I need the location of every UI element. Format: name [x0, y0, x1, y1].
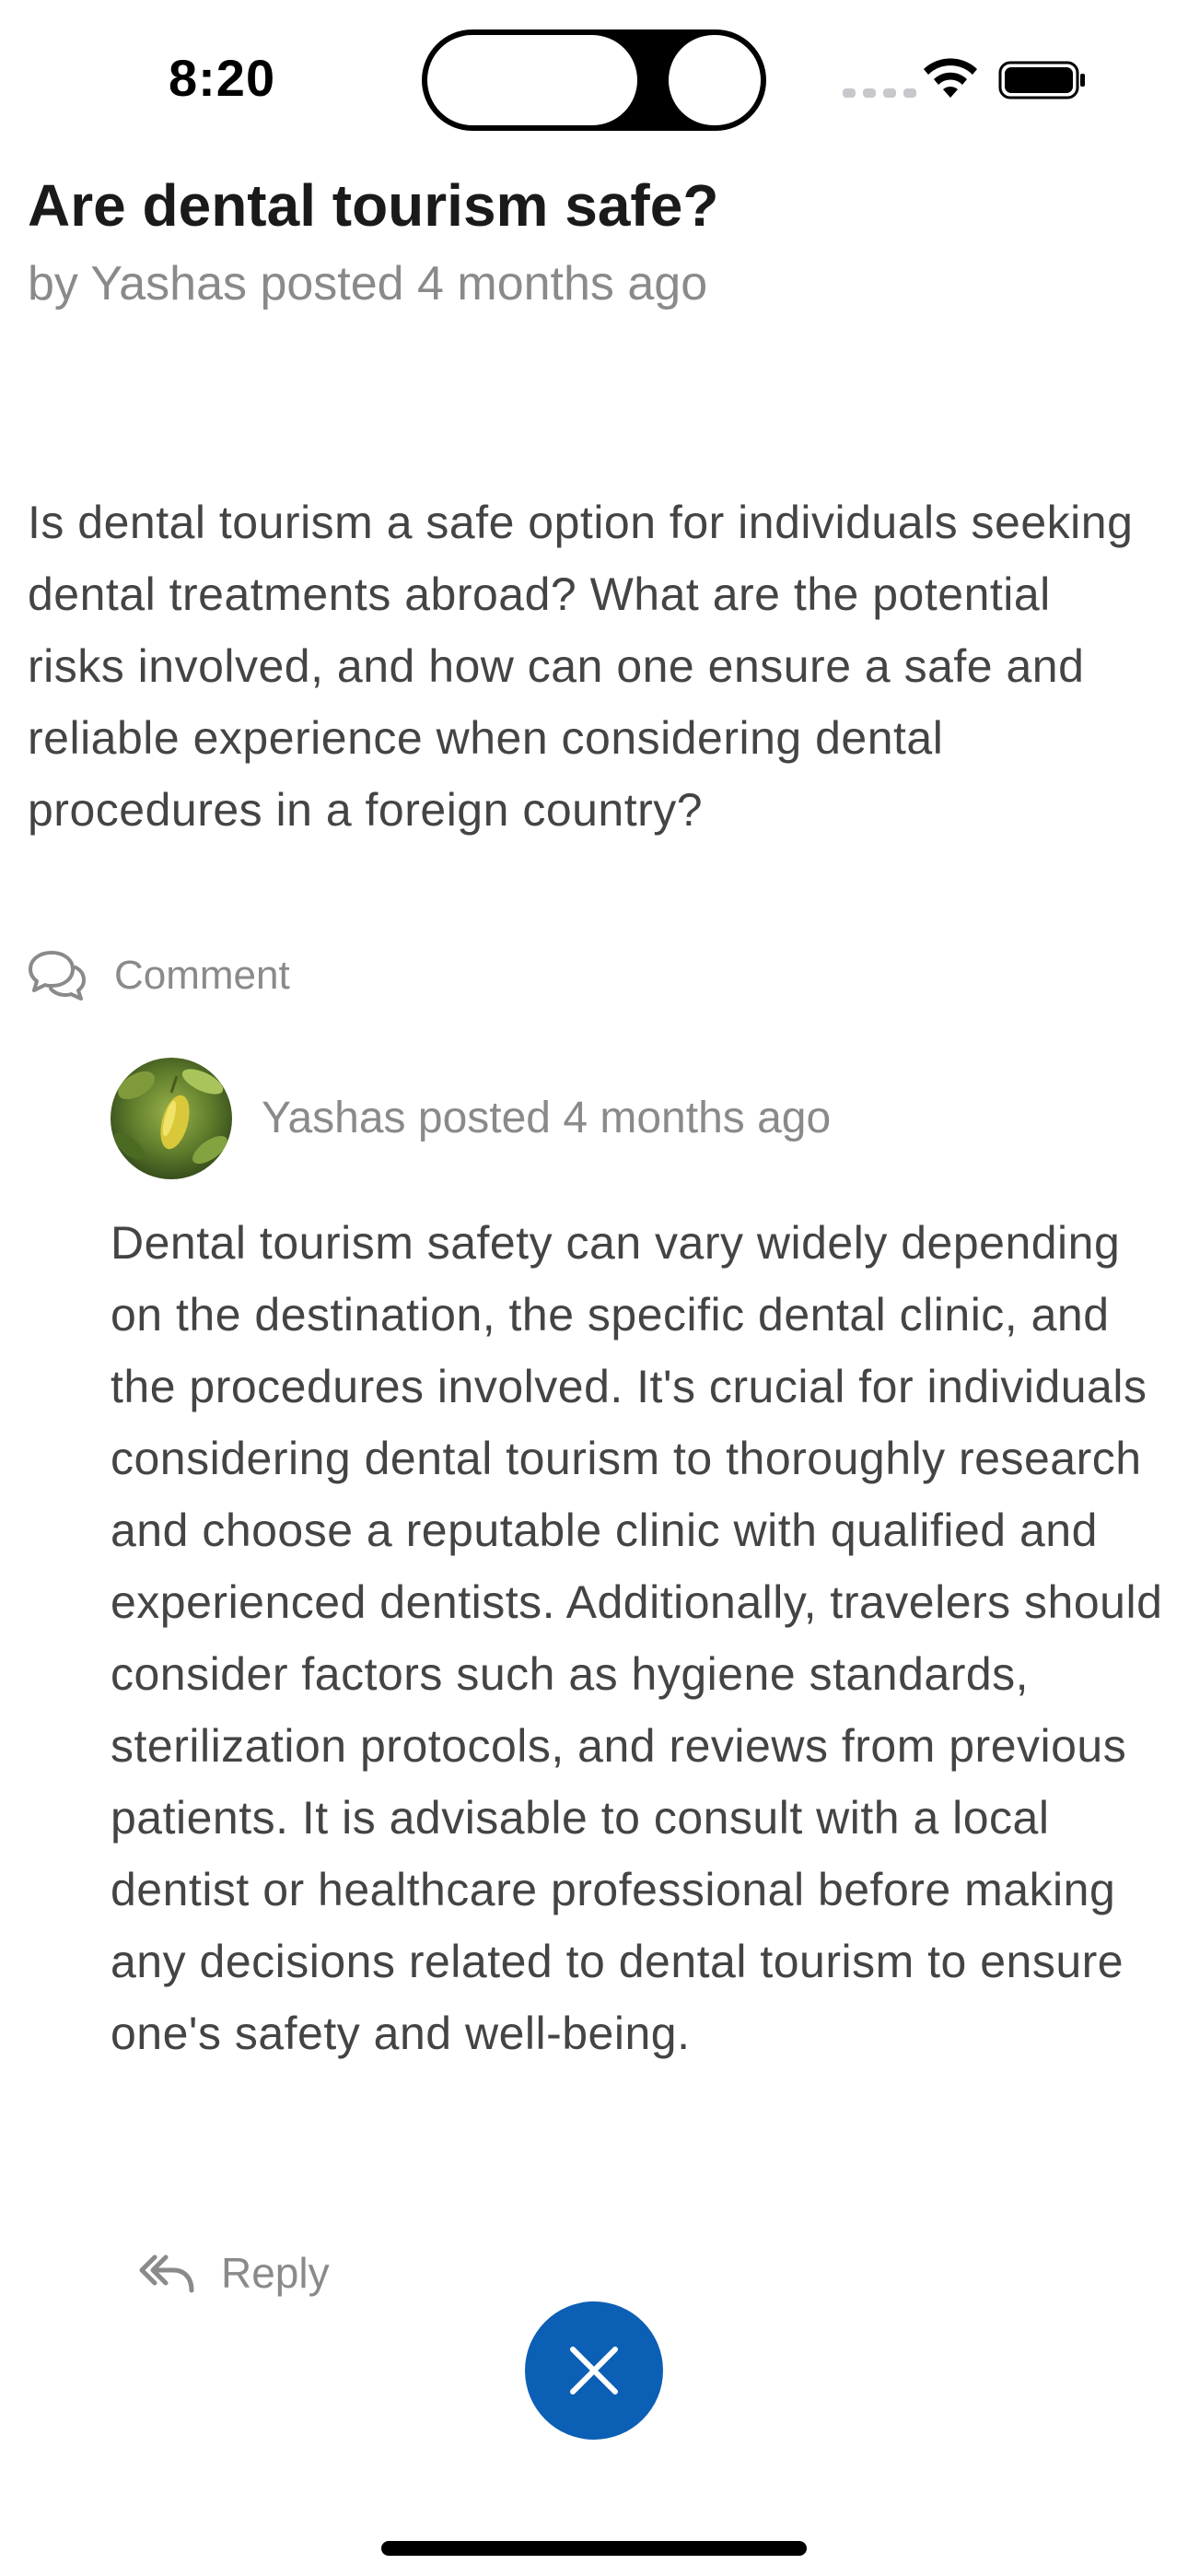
battery-icon	[998, 61, 1085, 100]
avatar	[111, 1058, 232, 1179]
post-title: Are dental tourism safe?	[28, 172, 719, 239]
cellular-signal-icon	[843, 88, 916, 98]
dynamic-island-left	[427, 35, 637, 125]
post-meta: by Yashas posted 4 months ago	[28, 257, 708, 310]
close-icon	[570, 2347, 618, 2395]
reply-all-icon	[139, 2254, 194, 2293]
answer-body: Dental tourism safety can vary widely de…	[111, 1217, 1163, 2059]
dynamic-island	[422, 29, 766, 131]
reply-label: Reply	[221, 2249, 330, 2297]
comment-button[interactable]: Comment	[28, 943, 290, 1008]
home-indicator[interactable]	[381, 2541, 807, 2556]
answer-meta: Yashas posted 4 months ago	[262, 1094, 832, 1142]
reply-button[interactable]: Reply	[138, 2241, 330, 2305]
close-button[interactable]	[525, 2301, 663, 2440]
dynamic-island-right	[669, 35, 761, 125]
comment-label: Comment	[114, 953, 290, 998]
wifi-icon	[924, 58, 977, 98]
post-body: Is dental tourism a safe option for indi…	[28, 497, 1134, 836]
status-bar: 8:20	[0, 0, 1188, 138]
chat-bubbles-icon	[29, 951, 86, 1001]
status-time: 8:20	[169, 49, 276, 107]
